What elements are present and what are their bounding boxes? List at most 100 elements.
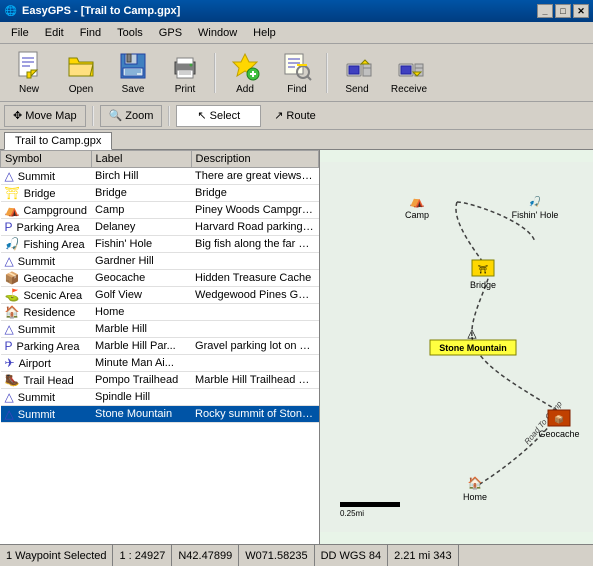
menu-window[interactable]: Window — [191, 24, 244, 42]
cell-description: There are great views of the — [191, 168, 318, 185]
send-button[interactable]: Send — [332, 47, 382, 99]
map-svg: Road To Camp ⛺ Camp 🎣 Fishin' Hole ⛩ Bri… — [320, 150, 593, 544]
svg-text:Stone Mountain: Stone Mountain — [439, 343, 507, 353]
table-row[interactable]: ⛺CampgroundCampPiney Woods Campground — [1, 202, 319, 219]
new-label: New — [19, 84, 39, 95]
route-button[interactable]: ↗ Route — [265, 105, 325, 127]
table-row[interactable]: 🏠ResidenceHome — [1, 304, 319, 321]
cell-label: Stone Mountain — [91, 406, 191, 423]
cell-description — [191, 389, 318, 406]
receive-button[interactable]: Receive — [384, 47, 434, 99]
datum-text: DD WGS 84 — [321, 550, 382, 562]
waypoint-icon: △ — [5, 322, 14, 336]
scale-text: 1 : 24927 — [119, 550, 165, 562]
separator-4 — [168, 106, 170, 126]
symbol-type-label: Fishing Area — [23, 239, 84, 251]
table-row[interactable]: △SummitGardner Hill — [1, 253, 319, 270]
cell-label: Marble Hill — [91, 321, 191, 338]
table-row[interactable]: 📦GeocacheGeocacheHidden Treasure Cache — [1, 270, 319, 287]
move-map-button[interactable]: ✥ Move Map — [4, 105, 86, 127]
waypoint-icon: P — [5, 339, 13, 353]
add-button[interactable]: Add — [220, 47, 270, 99]
col-description[interactable]: Description — [191, 151, 318, 168]
menu-file[interactable]: File — [4, 24, 36, 42]
cell-description: Marble Hill Trailhead at edge o — [191, 372, 318, 389]
table-row[interactable]: 🎣Fishing AreaFishin' HoleBig fish along … — [1, 236, 319, 253]
cell-label: Birch Hill — [91, 168, 191, 185]
col-symbol[interactable]: Symbol — [1, 151, 92, 168]
table-row[interactable]: △SummitBirch HillThere are great views o… — [1, 168, 319, 185]
receive-label: Receive — [391, 84, 427, 95]
zoom-button[interactable]: 🔍 Zoom — [100, 105, 163, 127]
table-row[interactable]: △SummitStone MountainRocky summit of Sto… — [1, 406, 319, 423]
menu-edit[interactable]: Edit — [38, 24, 71, 42]
maximize-button[interactable]: □ — [555, 4, 571, 18]
move-map-label: Move Map — [25, 110, 76, 122]
cell-symbol: △Summit — [1, 406, 92, 423]
table-row[interactable]: ⛩BridgeBridgeBridge — [1, 185, 319, 202]
table-row[interactable]: ⛳Scenic AreaGolf ViewWedgewood Pines Gol… — [1, 287, 319, 304]
minimize-button[interactable]: _ — [537, 4, 553, 18]
waypoints-table-container[interactable]: Symbol Label Description △SummitBirch Hi… — [0, 150, 320, 544]
lon-text: W071.58235 — [245, 550, 307, 562]
menu-bar: File Edit Find Tools GPS Window Help — [0, 22, 593, 44]
cell-symbol: 📦Geocache — [1, 270, 92, 287]
print-icon — [169, 50, 201, 82]
print-button[interactable]: Print — [160, 47, 210, 99]
menu-find[interactable]: Find — [73, 24, 108, 42]
tab-label: Trail to Camp.gpx — [15, 135, 101, 147]
cursor-icon: ↖ — [197, 109, 206, 122]
new-button[interactable]: New — [4, 47, 54, 99]
status-scale: 1 : 24927 — [113, 545, 172, 566]
cell-symbol: 🏠Residence — [1, 304, 92, 321]
tab-trail-to-camp[interactable]: Trail to Camp.gpx — [4, 132, 112, 150]
main-content: Symbol Label Description △SummitBirch Hi… — [0, 150, 593, 544]
cell-description — [191, 304, 318, 321]
save-button[interactable]: Save — [108, 47, 158, 99]
lat-text: N42.47899 — [178, 550, 232, 562]
symbol-type-label: Parking Area — [17, 222, 80, 234]
menu-tools[interactable]: Tools — [110, 24, 150, 42]
svg-text:Camp: Camp — [405, 210, 429, 220]
select-label: Select — [210, 110, 241, 122]
cell-symbol: PParking Area — [1, 219, 92, 236]
menu-help[interactable]: Help — [246, 24, 283, 42]
table-row[interactable]: PParking AreaMarble Hill Par...Gravel pa… — [1, 338, 319, 355]
table-row[interactable]: PParking AreaDelaneyHarvard Road parking… — [1, 219, 319, 236]
cell-description: Gravel parking lot on Taylor R — [191, 338, 318, 355]
waypoints-table: Symbol Label Description △SummitBirch Hi… — [0, 150, 319, 423]
zoom-icon: 🔍 — [109, 109, 123, 122]
cell-label: Home — [91, 304, 191, 321]
status-selection: 1 Waypoint Selected — [0, 545, 113, 566]
selection-text: 1 Waypoint Selected — [6, 550, 106, 562]
receive-icon — [393, 50, 425, 82]
cell-symbol: 🥾Trail Head — [1, 372, 92, 389]
tab-bar: Trail to Camp.gpx — [0, 130, 593, 150]
select-button[interactable]: ↖ Select — [176, 105, 261, 127]
find-button[interactable]: Find — [272, 47, 322, 99]
cell-label: Minute Man Ai... — [91, 355, 191, 372]
menu-gps[interactable]: GPS — [152, 24, 189, 42]
symbol-type-label: Geocache — [23, 273, 73, 285]
status-lon: W071.58235 — [239, 545, 314, 566]
cell-symbol: 🎣Fishing Area — [1, 236, 92, 253]
svg-text:🎣: 🎣 — [529, 195, 541, 208]
close-button[interactable]: ✕ — [573, 4, 589, 18]
table-row[interactable]: 🥾Trail HeadPompo TrailheadMarble Hill Tr… — [1, 372, 319, 389]
symbol-type-label: Summit — [18, 409, 55, 421]
col-label[interactable]: Label — [91, 151, 191, 168]
open-button[interactable]: Open — [56, 47, 106, 99]
window-controls[interactable]: _ □ ✕ — [537, 4, 589, 18]
svg-text:0.25mi: 0.25mi — [340, 509, 364, 518]
table-row[interactable]: ✈AirportMinute Man Ai... — [1, 355, 319, 372]
table-row[interactable]: △SummitMarble Hill — [1, 321, 319, 338]
cell-symbol: ✈Airport — [1, 355, 92, 372]
status-datum: DD WGS 84 — [315, 545, 389, 566]
open-label: Open — [69, 84, 93, 95]
send-icon — [341, 50, 373, 82]
waypoint-icon: ⛩ — [5, 186, 20, 200]
cell-label: Pompo Trailhead — [91, 372, 191, 389]
table-row[interactable]: △SummitSpindle Hill — [1, 389, 319, 406]
waypoint-icon: △ — [5, 254, 14, 268]
status-lat: N42.47899 — [172, 545, 239, 566]
